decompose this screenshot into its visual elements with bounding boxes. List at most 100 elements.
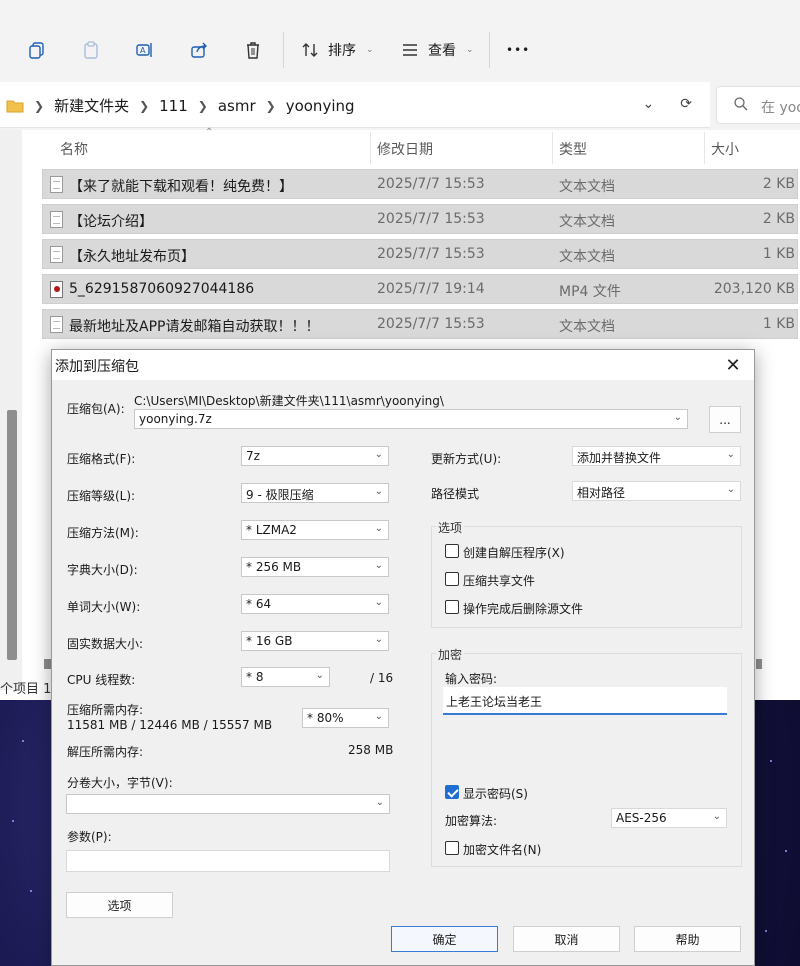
password-value: 上老王论坛当老王 [446,695,543,709]
file-row[interactable]: 【来了就能下载和观看！纯免费！】 2025/7/7 15:53 文本文档 2 K… [42,169,798,199]
cpu-threads-select[interactable]: * 8 ⌄ [241,667,330,687]
column-header-date[interactable]: 修改日期 [377,139,433,159]
sort-button[interactable]: 排序 ⌄ [300,38,374,62]
breadcrumb-item[interactable]: asmr [218,97,256,115]
cpu-threads-value: * 8 [246,670,264,684]
path-mode-select[interactable]: 相对路径 ⌄ [572,481,741,501]
search-input[interactable]: 在 yoo [716,86,800,124]
breadcrumb-item[interactable]: 新建文件夹 [54,95,129,116]
chevron-down-icon: ⌄ [374,486,383,497]
horizontal-scrollbar-right[interactable] [756,659,762,669]
delete-icon[interactable] [238,36,268,64]
file-row[interactable]: 最新地址及APP请发邮箱自动获取！！！ 2025/7/7 15:53 文本文档 … [42,309,798,339]
file-size: 2 KB [762,211,795,227]
encrypt-filenames-checkbox[interactable] [445,841,459,855]
refresh-icon[interactable]: ⟳ [680,96,692,112]
memory-usage-value: 11581 MB / 12446 MB / 15557 MB [67,718,273,732]
file-size: 2 KB [762,176,795,192]
chevron-right-icon: ❯ [139,98,150,113]
delete-after-checkbox[interactable] [445,600,459,614]
rename-icon[interactable]: A [130,36,160,64]
address-bar[interactable]: ❯ 新建文件夹 ❯ 111 ❯ asmr ❯ yoonying ⌄ ⟳ [0,82,710,128]
copy-icon[interactable] [22,36,52,64]
method-label: 压缩方法(M): [67,526,139,540]
column-divider[interactable] [704,132,705,164]
file-date: 2025/7/7 19:14 [377,281,485,297]
close-icon[interactable]: ✕ [722,354,744,376]
file-name: 【来了就能下载和观看！纯免费！】 [69,179,293,195]
update-mode-value: 添加并替换文件 [577,451,662,465]
sort-label: 排序 [328,43,356,59]
nav-scrollbar[interactable] [7,410,17,660]
chevron-down-icon: ⌄ [315,670,324,681]
dictionary-select[interactable]: * 256 MB ⌄ [241,557,389,577]
level-select[interactable]: 9 - 极限压缩 ⌄ [241,483,389,503]
password-input[interactable]: 上老王论坛当老王 [443,687,727,715]
path-mode-value: 相对路径 [577,486,626,500]
column-header-type[interactable]: 类型 [559,139,587,159]
star [765,930,767,932]
chevron-down-icon: ⌄ [375,797,384,808]
file-type: MP4 文件 [559,284,621,300]
chevron-down-icon: ⌄ [374,634,383,645]
file-row[interactable]: 5_6291587060927044186 2025/7/7 19:14 MP4… [42,274,798,304]
column-header-size[interactable]: 大小 [711,139,739,159]
word-size-select[interactable]: * 64 ⌄ [241,594,389,614]
sfx-checkbox[interactable] [445,544,459,558]
shared-files-checkbox[interactable] [445,572,459,586]
breadcrumb-item[interactable]: 111 [159,97,188,115]
parameters-input[interactable] [66,850,390,872]
star [12,820,14,822]
more-options-button[interactable]: ••• [506,38,530,62]
options-group-title: 选项 [436,519,465,536]
word-size-value: * 64 [246,597,272,611]
text-file-icon [50,316,63,333]
file-date: 2025/7/7 15:53 [377,176,485,192]
help-button[interactable]: 帮助 [634,926,741,952]
browse-button[interactable]: ... [709,406,741,433]
breadcrumb-item[interactable]: yoonying [286,97,355,115]
volume-size-combo[interactable]: ⌄ [66,794,390,814]
column-header-name[interactable]: 名称 [60,139,88,159]
method-select[interactable]: * LZMA2 ⌄ [241,520,389,540]
encryption-method-select[interactable]: AES-256 ⌄ [611,808,727,828]
chevron-down-icon: ⌄ [374,597,383,608]
paste-icon[interactable] [76,36,106,64]
history-dropdown-icon[interactable]: ⌄ [643,96,655,112]
format-select[interactable]: 7z ⌄ [241,446,389,466]
chevron-down-icon: ⌄ [726,449,735,460]
ok-button[interactable]: 确定 [391,926,498,952]
sort-ascending-icon: ⌃ [205,127,214,138]
column-divider[interactable] [370,132,371,164]
archive-name-combo[interactable]: yoonying.7z ⌄ [134,409,688,429]
view-button[interactable]: 查看 ⌄ [400,38,474,62]
file-row[interactable]: 【永久地址发布页】 2025/7/7 15:53 文本文档 1 KB [42,239,798,269]
share-icon[interactable] [184,36,214,64]
column-divider[interactable] [552,132,553,164]
toolbar-divider [489,32,490,68]
options-button[interactable]: 选项 [66,892,173,918]
show-password-checkbox[interactable] [445,785,459,799]
format-value: 7z [246,449,260,463]
archive-name-value: yoonying.7z [139,412,212,426]
parameters-label: 参数(P): [67,830,112,844]
sort-icon [302,43,318,57]
memory-percent-select[interactable]: * 80% ⌄ [302,708,389,728]
cancel-button[interactable]: 取消 [513,926,620,952]
shared-files-label: 压缩共享文件 [463,574,536,588]
file-type: 文本文档 [559,249,615,265]
file-type: 文本文档 [559,319,615,335]
update-mode-select[interactable]: 添加并替换文件 ⌄ [572,446,741,466]
file-name: 【论坛介绍】 [69,214,153,230]
file-name: 【永久地址发布页】 [69,249,195,265]
solid-size-select[interactable]: * 16 GB ⌄ [241,631,389,651]
memory-usage-label: 压缩所需内存: [67,703,144,717]
solid-size-label: 固实数据大小: [67,637,144,651]
archive-path: C:\Users\MI\Desktop\新建文件夹\111\asmr\yoony… [134,394,444,408]
file-name: 5_6291587060927044186 [69,281,255,297]
chevron-down-icon: ⌄ [374,560,383,571]
file-row[interactable]: 【论坛介绍】 2025/7/7 15:53 文本文档 2 KB [42,204,798,234]
search-placeholder: 在 yoo [761,100,800,116]
sfx-label: 创建自解压程序(X) [463,546,565,560]
explorer-toolbar: A 排序 ⌄ 查看 ⌄ ••• [0,0,800,80]
